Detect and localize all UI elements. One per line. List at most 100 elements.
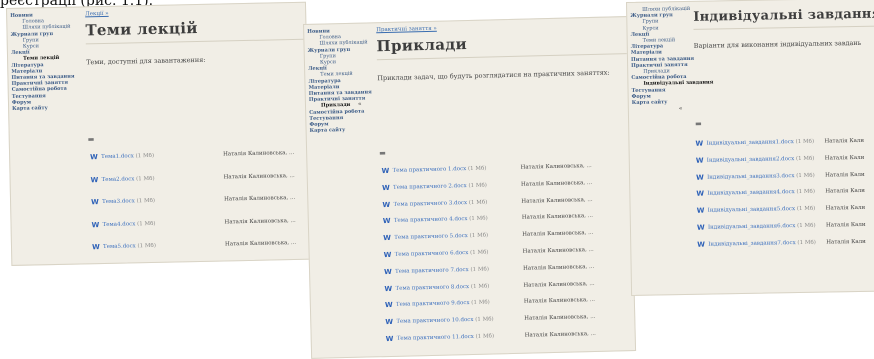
file-row: W Тема4.docx (1 Мб) Наталія Калиновська, .… (91, 216, 295, 228)
file-link[interactable]: Тема практичного 3.docx (1 Мб) (393, 198, 521, 207)
word-document-icon: W (383, 234, 392, 243)
pointer-arrow-icon: « (357, 100, 362, 108)
file-author: Наталія Калиновська, ... (522, 230, 594, 238)
file-author: Наталія Калиновська, ... (524, 314, 596, 322)
file-name[interactable]: Тема3.docx (102, 198, 135, 205)
word-document-icon: W (90, 175, 99, 184)
word-document-icon: W (382, 200, 391, 209)
file-link[interactable]: Тема практичного 2.docx (1 Мб) (393, 182, 521, 191)
sidebar-item[interactable]: Карта сайту (310, 127, 373, 135)
file-link[interactable]: Тема практичного 4.docx (1 Мб) (394, 215, 522, 224)
file-link[interactable]: Індивідуальні_завдання5.docx (1 Мб) (708, 206, 826, 214)
file-size: (1 Мб) (796, 205, 816, 213)
folder-icon: ▬ (695, 119, 702, 128)
file-link[interactable]: Індивідуальні_завдання4.docx (1 Мб) (707, 189, 825, 197)
file-name[interactable]: Тема практичного 7.docx (395, 267, 469, 275)
file-size: (1 Мб) (797, 239, 816, 246)
file-size: (1 Мб) (795, 138, 815, 146)
file-name[interactable]: Тема практичного 10.docx (396, 317, 473, 325)
file-author: Наталія Калиновська, ... (224, 239, 297, 248)
file-size: (1 Мб) (468, 199, 488, 206)
file-row: W Тема практичного 7.docx (1 Мб) Наталія К… (384, 263, 594, 276)
file-link[interactable]: Тема6.docx (1 Мб) (103, 264, 225, 266)
folder-icon: ▬ (379, 149, 386, 158)
file-link[interactable]: Тема практичного 10.docx (1 Мб) (396, 316, 524, 325)
file-name[interactable]: Індивідуальні_завдання2.docx (707, 156, 795, 164)
breadcrumb[interactable]: Лекції » (85, 7, 303, 17)
word-document-icon: W (382, 217, 391, 226)
file-row: W Тема практичного 4.docx (1 Мб) Наталія К… (383, 212, 593, 225)
file-link[interactable]: Індивідуальні_завдання1.docx (1 Мб) (706, 139, 824, 147)
file-author: Наталія Калиновська, ... (522, 263, 595, 272)
file-row: W Тема2.docx (1 Мб) Наталія Калиновська, .… (91, 171, 295, 183)
screenshot-examples: Новини Головна Шляхи публікацій Журнали гру… (303, 16, 637, 359)
file-link[interactable]: Тема практичного 6.docx (1 Мб) (395, 249, 523, 258)
file-link[interactable]: Тема практичного 9.docx (1 Мб) (396, 299, 524, 308)
word-document-icon: W (385, 334, 394, 344)
file-name[interactable]: Тема4.docx (102, 221, 135, 228)
file-link[interactable]: Тема практичного 1.docx (1 Мб) (393, 165, 521, 174)
file-name[interactable]: Індивідуальні_завдання6.docx (708, 223, 796, 231)
file-name[interactable]: Тема практичного 2.docx (393, 183, 467, 191)
file-name[interactable]: Тема1.docx (101, 153, 134, 160)
word-document-icon: W (696, 173, 704, 182)
file-link[interactable]: Тема практичного 5.docx (1 Мб) (394, 232, 522, 241)
file-row: W Тема практичного 2.docx (1 Мб) Наталія К… (382, 179, 592, 192)
file-size: (1 Мб) (475, 333, 495, 340)
file-link[interactable]: Тема практичного 7.docx (1 Мб) (395, 265, 523, 274)
file-row: W Індивідуальні_завдання7.docx (1 Мб) Ната… (697, 238, 866, 249)
file-author: Наталія Калиновська, ... (223, 149, 295, 158)
file-name[interactable]: Індивідуальні_завдання1.docx (706, 139, 794, 147)
file-link[interactable]: Індивідуальні_завдання7.docx (1 Мб) (708, 239, 826, 248)
file-name[interactable]: Індивідуальні_завдання7.docx (708, 240, 796, 248)
word-document-icon: W (385, 318, 394, 327)
file-row: W Індивідуальні_завдання1.docx (1 Мб) Ната… (695, 137, 864, 148)
word-document-icon: W (91, 198, 99, 207)
file-name[interactable]: Тема практичного 6.docx (395, 250, 469, 258)
file-name[interactable]: Тема практичного 5.docx (394, 233, 468, 241)
file-author: Наталія Калиновська, ... (521, 196, 593, 205)
file-link[interactable]: Тема1.docx (1 Мб) (101, 151, 223, 160)
file-author: Наталія Калиновська, ... (522, 246, 594, 255)
word-document-icon: W (383, 250, 392, 260)
file-author: Наталія Кали (826, 238, 866, 246)
main-content: Індивідуальні завдання Варіанти для вико… (693, 3, 874, 50)
file-link[interactable]: Тема практичного 8.docx (1 Мб) (395, 282, 523, 291)
file-name[interactable]: Індивідуальні_завдання3.docx (707, 173, 795, 181)
file-row: WТема6.docx (1 Мб)Наталія Калиновська, .… (92, 261, 296, 265)
file-size: (1 Мб) (467, 165, 487, 173)
file-name[interactable]: Тема практичного 1.docx (393, 166, 467, 174)
file-link[interactable]: Індивідуальні_завдання3.docx (1 Мб) (707, 172, 825, 180)
file-name[interactable]: Тема5.docx (103, 243, 136, 250)
file-name[interactable]: Тема практичного 4.docx (394, 216, 468, 224)
file-link[interactable]: Тема3.docx (1 Мб) (102, 196, 224, 205)
file-name[interactable]: Тема2.docx (102, 176, 135, 183)
file-row: W Тема практичного 3.docx (1 Мб) Наталія К… (382, 196, 592, 209)
page-description: Варіанти для виконання індивідуальних за… (693, 38, 862, 50)
file-name[interactable]: Індивідуальні_завдання4.docx (707, 189, 795, 197)
file-name[interactable]: Тема практичного 11.docx (397, 334, 474, 342)
file-name[interactable]: Тема практичного 3.docx (393, 200, 467, 208)
page-title: Індивідуальні завдання (693, 6, 874, 30)
word-document-icon: W (384, 301, 393, 310)
file-author: Наталія Кали (825, 188, 865, 195)
file-link[interactable]: Тема практичного 11.docx (1 Мб) (397, 333, 525, 342)
file-link[interactable]: Тема5.docx (1 Мб) (103, 241, 225, 250)
file-size: (1 Мб) (135, 152, 155, 160)
file-name[interactable]: Індивідуальні_завдання5.docx (708, 206, 796, 214)
file-name[interactable]: Тема практичного 9.docx (396, 300, 470, 308)
sidebar-item[interactable]: Карта сайту (12, 105, 75, 113)
file-author: Наталія Калиновська, ... (521, 213, 594, 222)
file-author: Наталія Калиновська, ... (520, 162, 592, 171)
file-link[interactable]: Індивідуальні_завдання6.docx (1 Мб) (708, 223, 826, 231)
file-size: (1 Мб) (137, 242, 157, 250)
file-name[interactable]: Тема практичного 8.docx (395, 284, 469, 292)
file-link[interactable]: Індивідуальні_завдання2.docx (1 Мб) (707, 155, 825, 164)
file-link[interactable]: Тема4.docx (1 Мб) (102, 219, 224, 228)
pointer-arrow-icon: « (678, 105, 683, 113)
sidebar-nav: Новини Головна Шляхи публікацій Журнали гру… (10, 12, 75, 113)
file-link[interactable]: Тема2.docx (1 Мб) (102, 174, 224, 183)
sidebar-item[interactable]: Карта сайту (632, 99, 714, 107)
file-author: Наталія Калиновська, ... (223, 194, 296, 203)
file-row: W Тема практичного 8.docx (1 Мб) Наталія К… (384, 280, 594, 293)
